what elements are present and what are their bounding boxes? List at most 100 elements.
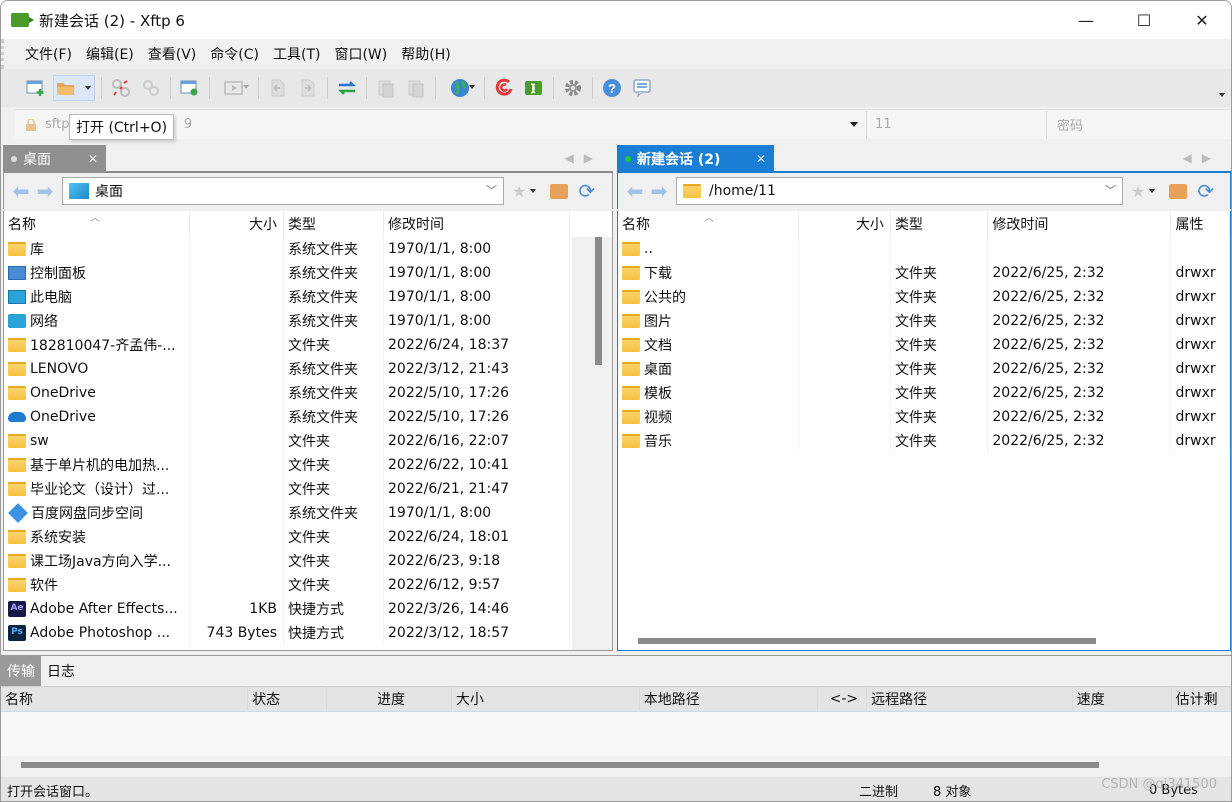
col-attributes[interactable]: 属性 <box>1171 211 1230 237</box>
disconnect-button[interactable] <box>108 75 134 101</box>
transfer-button[interactable] <box>216 75 252 101</box>
reconnect-button[interactable] <box>138 75 164 101</box>
refresh-icon[interactable]: ⟳ <box>1197 179 1214 203</box>
copy-button[interactable] <box>373 75 399 101</box>
download-button[interactable] <box>295 75 321 101</box>
web-button[interactable] <box>442 75 478 101</box>
file-row[interactable]: 182810047-齐孟伟-... 文件夹 2022/6/24, 18:37 <box>4 333 612 357</box>
file-row[interactable]: 下载 文件夹 2022/6/25, 2:32 drwxr <box>618 261 1230 285</box>
session-properties-button[interactable] <box>177 75 203 101</box>
menu-edit[interactable]: 编辑(E) <box>79 44 141 64</box>
col-modified[interactable]: 修改时间 <box>384 211 570 237</box>
forward-arrow-icon[interactable]: ➡ <box>34 179 56 203</box>
remote-hscrollbar-thumb[interactable] <box>638 638 1096 644</box>
parent-folder-icon[interactable] <box>550 183 569 199</box>
open-dropdown-icon[interactable] <box>85 86 91 90</box>
file-row[interactable]: 图片 文件夹 2022/6/25, 2:32 drwxr <box>618 309 1230 333</box>
file-row[interactable]: 控制面板 系统文件夹 1970/1/1, 8:00 <box>4 261 612 285</box>
parent-folder-icon[interactable] <box>1169 183 1188 199</box>
file-row[interactable]: 系统安装 文件夹 2022/6/24, 18:01 <box>4 525 612 549</box>
file-row[interactable]: 毕业论文（设计）过... 文件夹 2022/6/21, 21:47 <box>4 477 612 501</box>
col-remote-path[interactable]: 远程路径 <box>867 686 1073 712</box>
local-scrollbar-thumb[interactable] <box>595 233 602 365</box>
col-progress[interactable]: 进度 <box>327 686 452 712</box>
open-button[interactable] <box>53 75 95 101</box>
close-tab-icon[interactable]: ✕ <box>88 152 98 166</box>
file-row[interactable]: 音乐 文件夹 2022/6/25, 2:32 drwxr <box>618 429 1230 453</box>
bookmark-dropdown-icon[interactable] <box>1149 189 1156 193</box>
file-row[interactable]: .. <box>618 237 1230 261</box>
col-size[interactable]: 大小 <box>452 686 640 712</box>
transfer-mode[interactable]: 二进制 <box>859 781 898 800</box>
file-row[interactable]: 网络 系统文件夹 1970/1/1, 8:00 <box>4 309 612 333</box>
file-row[interactable]: LENOVO 系统文件夹 2022/3/12, 21:43 <box>4 357 612 381</box>
tab-scroll-arrows[interactable]: ◀▶ <box>565 151 603 165</box>
col-status[interactable]: 状态 <box>248 686 328 712</box>
col-name[interactable]: 名称 <box>1 686 249 712</box>
transfer-dropdown-icon[interactable] <box>243 85 249 89</box>
back-arrow-icon[interactable]: ⬅ <box>10 179 32 203</box>
menu-file[interactable]: 文件(F) <box>18 44 79 64</box>
file-row[interactable]: 桌面 文件夹 2022/6/25, 2:32 drwxr <box>618 357 1230 381</box>
tab-scroll-arrows[interactable]: ◀▶ <box>1183 151 1221 165</box>
file-row[interactable]: 软件 文件夹 2022/6/12, 9:57 <box>4 573 612 597</box>
tab-log[interactable]: 日志 <box>41 656 81 686</box>
transfer-hscrollbar-thumb[interactable] <box>21 762 1099 768</box>
file-row[interactable]: 课工场Java方向入学... 文件夹 2022/6/23, 9:18 <box>4 549 612 573</box>
menu-help[interactable]: 帮助(H) <box>394 44 457 64</box>
tab-remote-session[interactable]: 新建会话 (2) ✕ <box>617 145 774 173</box>
file-row[interactable]: 库 系统文件夹 1970/1/1, 8:00 <box>4 237 612 261</box>
web-dropdown-icon[interactable] <box>469 85 475 89</box>
file-row[interactable]: 百度网盘同步空间 系统文件夹 1970/1/1, 8:00 <box>4 501 612 525</box>
new-session-button[interactable] <box>23 75 49 101</box>
username-input[interactable]: 11 <box>867 110 1047 139</box>
local-scrollbar-track[interactable] <box>572 211 612 650</box>
menu-tools[interactable]: 工具(T) <box>266 44 327 64</box>
col-type[interactable]: 类型 <box>891 211 989 237</box>
menu-command[interactable]: 命令(C) <box>203 44 266 64</box>
upload-button[interactable] <box>265 75 291 101</box>
col-type[interactable]: 类型 <box>284 211 384 237</box>
file-row[interactable]: 公共的 文件夹 2022/6/25, 2:32 drwxr <box>618 285 1230 309</box>
col-local-path[interactable]: 本地路径 <box>640 686 818 712</box>
local-path-input[interactable]: 桌面 ﹀ <box>62 177 504 205</box>
col-modified[interactable]: 修改时间 <box>988 211 1172 237</box>
minimize-button[interactable]: — <box>1057 1 1115 39</box>
host-dropdown-icon[interactable] <box>850 121 858 127</box>
path-dropdown-icon[interactable]: ﹀ <box>1105 182 1116 198</box>
maximize-button[interactable]: ☐ <box>1115 1 1173 39</box>
col-speed[interactable]: 速度 <box>1073 686 1172 712</box>
remote-path-input[interactable]: /home/11 ﹀ <box>676 177 1123 205</box>
col-eta[interactable]: 估计剩 <box>1172 686 1231 712</box>
xshell-button[interactable] <box>491 75 517 101</box>
col-size[interactable]: 大小 <box>190 211 284 237</box>
toolbar-overflow-icon[interactable] <box>1219 93 1225 97</box>
file-row[interactable]: 模板 文件夹 2022/6/25, 2:32 drwxr <box>618 381 1230 405</box>
refresh-icon[interactable]: ⟳ <box>578 179 595 203</box>
paste-button[interactable] <box>403 75 429 101</box>
file-row[interactable]: 基于单片机的电加热... 文件夹 2022/6/22, 10:41 <box>4 453 612 477</box>
menu-window[interactable]: 窗口(W) <box>327 44 394 64</box>
xftp-button[interactable] <box>521 75 547 101</box>
close-button[interactable]: ✕ <box>1173 1 1231 39</box>
sync-button[interactable] <box>334 75 360 101</box>
file-row[interactable]: 此电脑 系统文件夹 1970/1/1, 8:00 <box>4 285 612 309</box>
feedback-button[interactable] <box>629 75 655 101</box>
password-input[interactable]: 密码 <box>1047 110 1231 139</box>
back-arrow-icon[interactable]: ⬅ <box>624 179 646 203</box>
file-row[interactable]: 视频 文件夹 2022/6/25, 2:32 drwxr <box>618 405 1230 429</box>
path-dropdown-icon[interactable]: ﹀ <box>486 182 497 198</box>
file-row[interactable]: Ps Adobe Photoshop ... 743 Bytes 快捷方式 2022/3… <box>4 621 612 645</box>
close-tab-icon[interactable]: ✕ <box>756 152 766 166</box>
menu-view[interactable]: 查看(V) <box>141 44 204 64</box>
file-row[interactable]: 文档 文件夹 2022/6/25, 2:32 drwxr <box>618 333 1230 357</box>
settings-button[interactable] <box>560 75 586 101</box>
help-button[interactable]: ? <box>599 75 625 101</box>
bookmark-star-icon[interactable]: ★ <box>1131 182 1145 201</box>
col-size[interactable]: 大小 <box>799 211 891 237</box>
bookmark-star-icon[interactable]: ★ <box>512 182 526 201</box>
tab-local-desktop[interactable]: 桌面 ✕ <box>3 145 106 173</box>
file-row[interactable]: sw 文件夹 2022/6/16, 22:07 <box>4 429 612 453</box>
col-direction[interactable]: <-> <box>818 686 868 712</box>
file-row[interactable]: OneDrive 系统文件夹 2022/5/10, 17:26 <box>4 381 612 405</box>
